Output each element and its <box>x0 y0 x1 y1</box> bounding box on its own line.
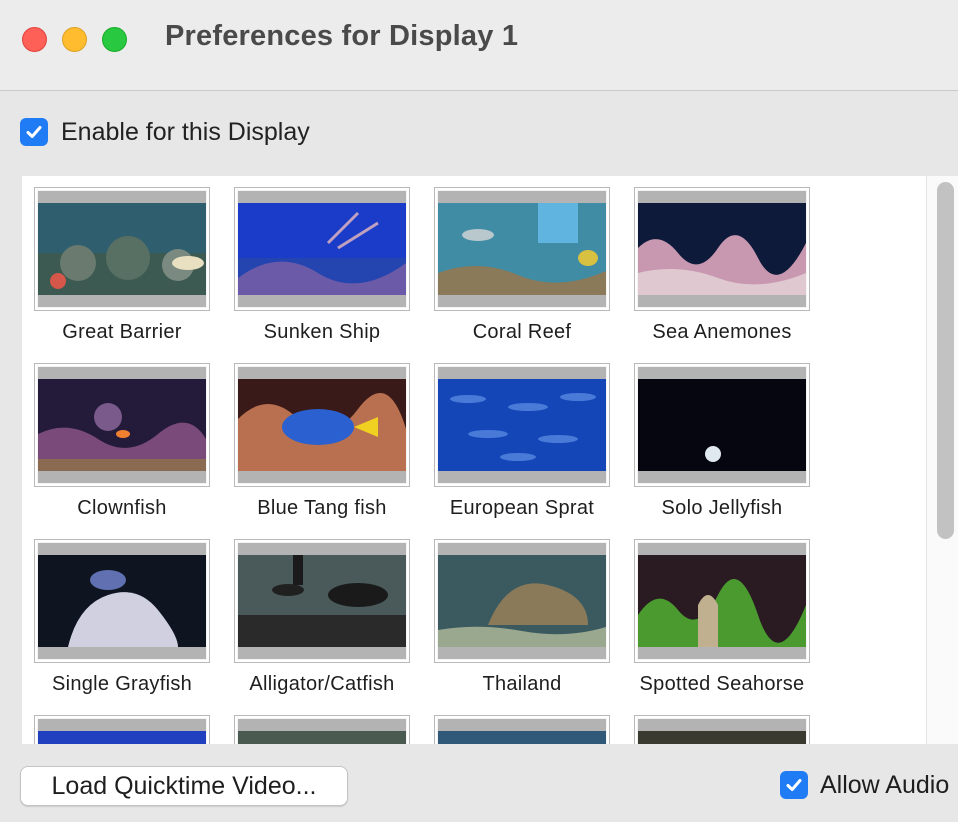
reef-thumbnail <box>38 203 206 295</box>
preferences-window: Preferences for Display 1 Enable for thi… <box>0 0 958 822</box>
thumbnail-frame <box>38 543 206 659</box>
video-label: Solo Jellyfish <box>661 497 783 519</box>
reef-thumbnail <box>38 379 206 471</box>
thumbnail-frame <box>638 719 806 744</box>
thumbnail-frame <box>438 719 606 744</box>
video-thumbnail[interactable] <box>434 715 610 744</box>
video-label: Spotted Seahorse <box>639 673 805 695</box>
video-thumbnail[interactable] <box>234 363 410 487</box>
video-scroll-area[interactable]: Great Barrier Sunken Ship Coral Reef Sea An… <box>22 176 958 744</box>
allow-audio-checkbox[interactable] <box>780 771 808 799</box>
video-label: Single Grayfish <box>51 673 193 695</box>
reef-thumbnail <box>438 731 606 744</box>
thumbnail-frame <box>638 191 806 307</box>
video-label: Sea Anemones <box>652 321 792 343</box>
reef-thumbnail <box>638 379 806 471</box>
video-label: Alligator/Catfish <box>249 673 395 695</box>
video-label: Great Barrier <box>62 321 182 343</box>
video-label: Clownfish <box>77 497 167 519</box>
thumbnail-frame <box>238 719 406 744</box>
reef-thumbnail <box>438 203 606 295</box>
load-quicktime-video-button[interactable]: Load Quicktime Video... <box>20 766 348 806</box>
video-label: Blue Tang fish <box>257 497 387 519</box>
video-label: European Sprat <box>449 497 595 519</box>
video-label: Thailand <box>482 673 562 695</box>
reef-thumbnail <box>238 731 406 744</box>
minimize-button[interactable] <box>62 27 87 52</box>
thumbnail-frame <box>438 367 606 483</box>
allow-audio-label: Allow Audio <box>820 771 950 799</box>
enable-display-checkbox[interactable] <box>20 118 48 146</box>
video-thumbnail[interactable] <box>634 363 810 487</box>
thumbnail-frame <box>38 719 206 744</box>
checkmark-icon <box>26 126 42 138</box>
thumbnail-frame <box>438 191 606 307</box>
thumbnail-frame <box>38 367 206 483</box>
thumbnail-frame <box>638 367 806 483</box>
reef-thumbnail <box>238 555 406 647</box>
title-bar: Preferences for Display 1 <box>0 0 958 91</box>
thumbnail-frame <box>238 543 406 659</box>
scrollbar-thumb[interactable] <box>937 182 954 539</box>
video-thumbnail[interactable] <box>234 539 410 663</box>
video-thumbnail[interactable] <box>234 715 410 744</box>
enable-display-label: Enable for this Display <box>61 118 310 146</box>
zoom-button[interactable] <box>102 27 127 52</box>
video-thumbnail[interactable] <box>634 187 810 311</box>
checkmark-icon <box>786 779 802 791</box>
thumbnail-frame <box>238 367 406 483</box>
reef-thumbnail <box>238 379 406 471</box>
reef-thumbnail <box>38 731 206 744</box>
thumbnail-frame <box>238 191 406 307</box>
reef-thumbnail <box>38 555 206 647</box>
close-button[interactable] <box>22 27 47 52</box>
reef-thumbnail <box>638 555 806 647</box>
video-thumbnail[interactable] <box>34 539 210 663</box>
video-thumbnail[interactable] <box>234 187 410 311</box>
window-title: Preferences for Display 1 <box>165 20 519 52</box>
reef-thumbnail <box>438 555 606 647</box>
reef-thumbnail <box>438 379 606 471</box>
video-thumbnail[interactable] <box>34 187 210 311</box>
video-label: Coral Reef <box>472 321 572 343</box>
video-thumbnail[interactable] <box>634 715 810 744</box>
vertical-scrollbar[interactable] <box>926 176 958 744</box>
video-thumbnail[interactable] <box>34 715 210 744</box>
video-thumbnail[interactable] <box>634 539 810 663</box>
thumbnail-frame <box>38 191 206 307</box>
reef-thumbnail <box>638 203 806 295</box>
video-thumbnail[interactable] <box>434 187 610 311</box>
video-label: Sunken Ship <box>263 321 381 343</box>
thumbnail-frame <box>638 543 806 659</box>
video-thumbnail[interactable] <box>34 363 210 487</box>
reef-thumbnail <box>238 203 406 295</box>
video-thumbnail[interactable] <box>434 363 610 487</box>
video-thumbnail[interactable] <box>434 539 610 663</box>
reef-thumbnail <box>638 731 806 744</box>
thumbnail-frame <box>438 543 606 659</box>
